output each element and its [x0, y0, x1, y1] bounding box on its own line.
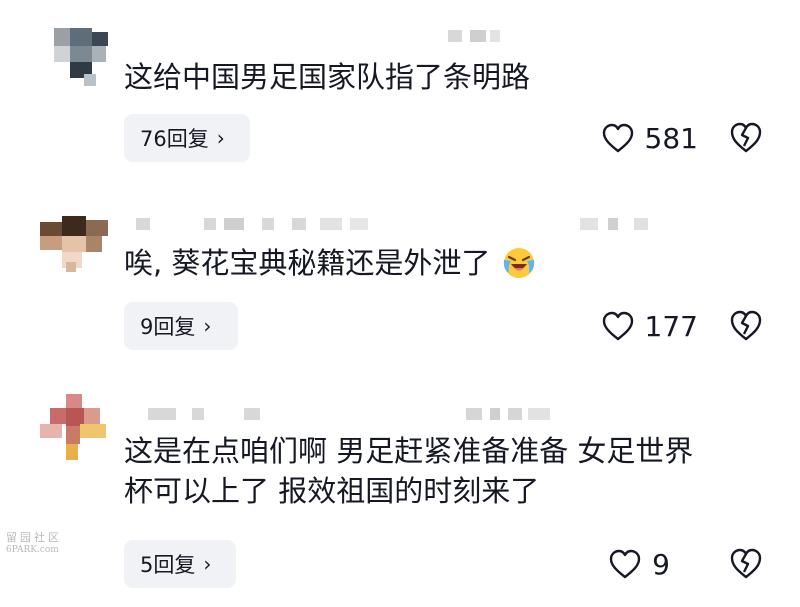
comment-3: 这是在点咱们啊 男足赶紧准备准备 女足世界 杯可以上了 报效祖国的时刻来了 5回…: [0, 380, 800, 607]
avatar[interactable]: [40, 22, 110, 92]
chevron-right-icon: ›: [203, 314, 212, 338]
replies-label: 9回复: [140, 315, 196, 339]
broken-heart-icon: [728, 120, 764, 154]
like-count: 177: [644, 309, 698, 343]
watermark: 留园社区 6PARK.com: [6, 532, 62, 556]
avatar[interactable]: [40, 212, 110, 282]
broken-heart-icon: [728, 546, 764, 580]
dislike-button[interactable]: [728, 546, 764, 582]
replies-label: 76回复: [140, 127, 209, 151]
comment-text: 这给中国男足国家队指了条明路: [124, 60, 531, 94]
comment-text-line-1: 这是在点咱们啊 男足赶紧准备准备 女足世界: [124, 434, 694, 468]
like-count: 581: [644, 121, 698, 155]
like-button[interactable]: 9: [608, 540, 670, 588]
like-button[interactable]: 581: [601, 114, 698, 162]
watermark-line-2: 6PARK.com: [6, 545, 59, 555]
comment-2: 唉, 葵花宝典秘籍还是外泄了 9回复 › 177: [0, 190, 800, 370]
like-button[interactable]: 177: [601, 302, 698, 350]
chevron-right-icon: ›: [203, 552, 212, 576]
replies-label: 5回复: [140, 553, 196, 577]
comment-text-content: 唉, 葵花宝典秘籍还是外泄了: [124, 246, 491, 280]
heart-outline-icon: [601, 122, 635, 154]
comment-text: 这是在点咱们啊 男足赶紧准备准备 女足世界 杯可以上了 报效祖国的时刻来了: [124, 431, 764, 515]
watermark-line-1: 留园社区: [6, 531, 62, 544]
dislike-button[interactable]: [728, 120, 764, 156]
chevron-right-icon: ›: [216, 126, 225, 150]
like-count: 9: [652, 547, 670, 581]
avatar[interactable]: [40, 394, 110, 464]
comment-text: 唉, 葵花宝典秘籍还是外泄了: [124, 243, 764, 283]
heart-outline-icon: [601, 310, 635, 342]
comment-1: 这给中国男足国家队指了条明路 76回复 › 581: [0, 0, 800, 180]
replies-button[interactable]: 5回复 ›: [124, 540, 236, 588]
laughing-crying-emoji-icon: [502, 246, 536, 280]
dislike-button[interactable]: [728, 308, 764, 344]
heart-outline-icon: [608, 548, 642, 580]
replies-button[interactable]: 76回复 ›: [124, 114, 250, 162]
broken-heart-icon: [728, 308, 764, 342]
comment-text-line-2: 杯可以上了 报效祖国的时刻来了: [124, 474, 540, 508]
replies-button[interactable]: 9回复 ›: [124, 302, 238, 350]
